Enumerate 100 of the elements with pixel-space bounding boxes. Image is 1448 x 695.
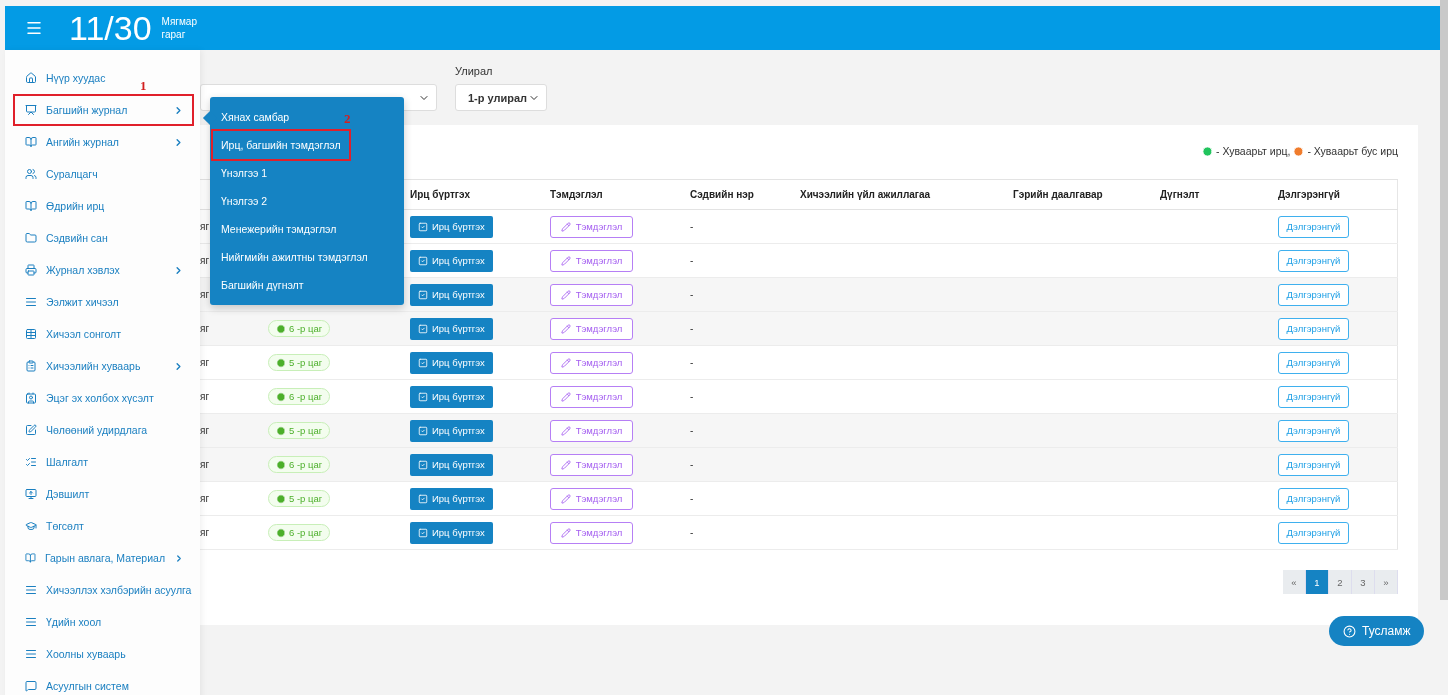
attendance-button[interactable]: Ирц бүртгэх [410, 283, 493, 306]
details-button[interactable]: Дэлгэрэнгүй [1278, 317, 1349, 340]
sidebar-item[interactable]: Асуулгын систем [13, 670, 139, 695]
annotation-number: 1 [140, 78, 147, 94]
date-cell: яг [200, 425, 210, 436]
sidebar-item[interactable]: Ээлжит хичээл [13, 286, 129, 318]
note-button[interactable]: Тэмдэглэл [550, 317, 633, 340]
date-cell: яг [200, 255, 210, 266]
date-cell: яг [200, 527, 210, 538]
date-cell: яг [200, 289, 210, 300]
submenu-item[interactable]: Хянах самбар [213, 103, 298, 131]
pencil-icon [560, 527, 571, 538]
help-button[interactable]: Тусламж [1329, 616, 1425, 646]
submenu-item[interactable]: Менежерийн тэмдэглэл [213, 215, 345, 243]
period-badge: 5 -р цаг [268, 490, 331, 507]
scrollbar[interactable] [1440, 0, 1448, 600]
book-icon [25, 200, 37, 212]
details-button[interactable]: Дэлгэрэнгүй [1278, 215, 1349, 238]
details-button[interactable]: Дэлгэрэнгүй [1278, 351, 1349, 374]
pencil-icon [560, 221, 571, 232]
pencil-icon [560, 459, 571, 470]
note-button[interactable]: Тэмдэглэл [550, 453, 633, 476]
book-icon [25, 136, 37, 148]
lines-icon [25, 648, 37, 660]
submenu-item[interactable]: Үнэлгээ 2 [213, 187, 276, 215]
period-badge: 6 -р цаг [268, 388, 331, 405]
sidebar-item[interactable]: Эцэг эх холбох хүсэлт [13, 382, 164, 414]
submenu-item[interactable]: Үнэлгээ 1 [213, 159, 276, 187]
attendance-button[interactable]: Ирц бүртгэх [410, 487, 493, 510]
sidebar-item[interactable]: Үдийн хоол [13, 606, 112, 638]
details-button[interactable]: Дэлгэрэнгүй [1278, 385, 1349, 408]
note-button[interactable]: Тэмдэглэл [550, 351, 633, 374]
submenu-item[interactable]: Багшийн дүгнэлт [213, 271, 312, 299]
details-button[interactable]: Дэлгэрэнгүй [1278, 249, 1349, 272]
graduation-cap-icon [25, 520, 37, 532]
lines-icon [25, 296, 37, 308]
note-button[interactable]: Тэмдэглэл [550, 215, 633, 238]
sidebar-item[interactable]: Хоолны хуваарь [13, 638, 136, 670]
sidebar-item[interactable]: Ангийн журнал [13, 126, 194, 158]
details-button[interactable]: Дэлгэрэнгүй [1278, 283, 1349, 306]
period-badge: 5 -р цаг [268, 422, 331, 439]
sidebar-item[interactable]: Журнал хэвлэх [13, 254, 194, 286]
sidebar-item[interactable]: Хичээллэх хэлбэрийн асуулга [13, 574, 202, 606]
menu-icon[interactable] [25, 19, 43, 37]
sidebar-item[interactable]: Багшийн журнал [13, 94, 194, 126]
topic-cell: - [690, 391, 694, 402]
printer-icon [25, 264, 37, 276]
table-icon [25, 328, 37, 340]
attendance-button[interactable]: Ирц бүртгэх [410, 385, 493, 408]
sidebar-item[interactable]: Хичээл сонголт [13, 318, 132, 350]
sidebar-item[interactable]: Гарын авлага, Материал [13, 542, 194, 574]
date-cell: яг [200, 323, 210, 334]
attendance-button[interactable]: Ирц бүртгэх [410, 317, 493, 340]
note-button[interactable]: Тэмдэглэл [550, 283, 633, 306]
page-button[interactable]: « [1283, 570, 1306, 594]
pencil-icon [560, 255, 571, 266]
details-button[interactable]: Дэлгэрэнгүй [1278, 487, 1349, 510]
note-button[interactable]: Тэмдэглэл [550, 521, 633, 544]
sidebar-item[interactable]: Чөлөөний удирдлага [13, 414, 158, 446]
column-header: Сэдвийн нэр [690, 189, 754, 200]
attendance-button[interactable]: Ирц бүртгэх [410, 249, 493, 272]
submenu-item[interactable]: Ирц, багшийн тэмдэглэл [213, 131, 349, 159]
details-button[interactable]: Дэлгэрэнгүй [1278, 521, 1349, 544]
period-badge: 5 -р цаг [268, 354, 331, 371]
field-label: Улирал [455, 65, 494, 78]
attendance-button[interactable]: Ирц бүртгэх [410, 419, 493, 442]
page-button[interactable]: » [1375, 570, 1398, 594]
sidebar-item[interactable]: Сэдвийн сан [13, 222, 118, 254]
attendance-button[interactable]: Ирц бүртгэх [410, 215, 493, 238]
note-button[interactable]: Тэмдэглэл [550, 385, 633, 408]
period-badge: 6 -р цаг [268, 456, 331, 473]
attendance-button[interactable]: Ирц бүртгэх [410, 521, 493, 544]
sidebar-item[interactable]: Хичээлийн хуваарь [13, 350, 194, 382]
sidebar-item[interactable]: Шалгалт [13, 446, 98, 478]
column-header: Хичээлийн үйл ажиллагаа [800, 189, 931, 200]
sidebar-item[interactable]: Суралцагч [13, 158, 108, 190]
semester-select[interactable]: 1-р улирал [455, 84, 547, 111]
checkbox-icon [418, 323, 428, 334]
topic-cell: - [690, 289, 694, 300]
topic-cell: - [690, 323, 694, 334]
attendance-button[interactable]: Ирц бүртгэх [410, 453, 493, 476]
page-button[interactable]: 2 [1329, 570, 1352, 594]
attendance-button[interactable]: Ирц бүртгэх [410, 351, 493, 374]
checkbox-icon [418, 357, 428, 368]
sidebar-item[interactable]: Төгсөлт [13, 510, 94, 542]
sidebar-item[interactable]: Дэвшилт [13, 478, 100, 510]
topic-cell: - [690, 357, 694, 368]
details-button[interactable]: Дэлгэрэнгүй [1278, 419, 1349, 442]
details-button[interactable]: Дэлгэрэнгүй [1278, 453, 1349, 476]
note-button[interactable]: Тэмдэглэл [550, 487, 633, 510]
note-button[interactable]: Тэмдэглэл [550, 249, 633, 272]
sidebar-item[interactable]: Нүүр хуудас [13, 62, 116, 94]
page-button[interactable]: 3 [1352, 570, 1375, 594]
page-button[interactable]: 1 [1306, 570, 1329, 594]
sidebar-item[interactable]: Өдрийн ирц [13, 190, 115, 222]
note-button[interactable]: Тэмдэглэл [550, 419, 633, 442]
contact-icon [25, 392, 37, 404]
monitor-icon [25, 488, 37, 500]
pencil-icon [560, 357, 571, 368]
submenu-item[interactable]: Нийгмийн ажилтны тэмдэглэл [213, 243, 376, 271]
